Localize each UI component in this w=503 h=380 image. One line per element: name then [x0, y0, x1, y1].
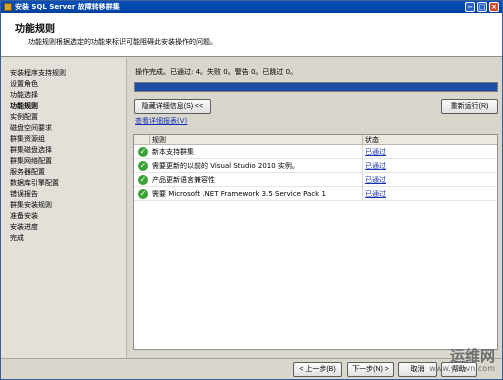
rerun-button[interactable]: 重新运行(R)	[441, 99, 498, 114]
table-cell-rule: 需要更新的以前的 Visual Studio 2010 实例。	[152, 162, 299, 170]
check-circle-icon: ✓	[138, 189, 148, 199]
table-row[interactable]: ✓ 新本支持群集 已通过	[134, 145, 497, 159]
close-button[interactable]: ×	[489, 2, 499, 12]
table-cell-rule: 新本支持群集	[152, 148, 194, 156]
sidebar-item-feature-selection[interactable]: 功能选择	[10, 90, 38, 100]
table-icon-column-header	[134, 135, 150, 145]
sidebar-item-install-progress[interactable]: 安装进度	[10, 222, 38, 232]
check-circle-icon: ✓	[138, 147, 148, 157]
page-title: 功能规则	[15, 24, 55, 35]
installer-window: 安装 SQL Server 故障转移群集 − □ × 功能规则 功能规则根据选定…	[0, 0, 503, 380]
table-cell-status-link[interactable]: 已通过	[365, 161, 386, 171]
sidebar-item-cluster-resource-group[interactable]: 群集资源组	[10, 134, 45, 144]
table-cell-status-link[interactable]: 已通过	[365, 189, 386, 199]
sidebar-item-ready-to-install[interactable]: 准备安装	[10, 211, 38, 221]
sidebar-item-setup-role[interactable]: 设置角色	[10, 79, 38, 89]
sidebar-item-cluster-install-rules[interactable]: 群集安装规则	[10, 200, 52, 210]
sidebar-item-cluster-disk-selection[interactable]: 群集磁盘选择	[10, 145, 52, 155]
sidebar-item-disk-space[interactable]: 磁盘空间要求	[10, 123, 52, 133]
wizard-header: 功能规则 功能规则根据选定的功能来标识可能阻碍此安装操作的问题。	[1, 13, 502, 57]
window-title: 安装 SQL Server 故障转移群集	[15, 3, 120, 11]
sidebar-item-database-engine-config[interactable]: 数据库引擎配置	[10, 178, 59, 188]
sidebar-item-instance-config[interactable]: 实例配置	[10, 112, 38, 122]
rules-table-header: 规则 状态	[134, 135, 497, 145]
check-circle-icon: ✓	[138, 175, 148, 185]
back-button[interactable]: < 上一步(B)	[293, 362, 342, 377]
table-row[interactable]: ✓ 需要 Microsoft .NET Framework 3.5 Servic…	[134, 187, 497, 201]
wizard-steps-sidebar: 安装程序支持规则 设置角色 功能选择 功能规则 实例配置 磁盘空间要求 群集资源…	[1, 58, 127, 358]
sidebar-item-complete[interactable]: 完成	[10, 233, 24, 243]
table-row[interactable]: ✓ 产品更新语言兼容性 已通过	[134, 173, 497, 187]
main-content: 操作完成。已通过: 4。失败 0。警告 0。已跳过 0。 隐藏详细信息(S) <…	[127, 58, 502, 358]
title-bar: 安装 SQL Server 故障转移群集 − □ ×	[1, 1, 502, 13]
maximize-button[interactable]: □	[477, 2, 487, 12]
minimize-button[interactable]: −	[465, 2, 475, 12]
table-row[interactable]: ✓ 需要更新的以前的 Visual Studio 2010 实例。 已通过	[134, 159, 497, 173]
sql-server-installer-icon	[4, 3, 12, 11]
check-circle-icon: ✓	[138, 161, 148, 171]
watermark-url: www.yunvn.com	[429, 364, 495, 373]
next-button[interactable]: 下一步(N) >	[347, 362, 394, 377]
table-cell-rule: 产品更新语言兼容性	[152, 176, 215, 184]
hide-details-button[interactable]: 隐藏详细信息(S) <<	[134, 99, 211, 114]
sidebar-item-setup-support-rules[interactable]: 安装程序支持规则	[10, 68, 66, 78]
progress-bar	[134, 82, 498, 92]
rules-table: 规则 状态 ✓ 新本支持群集 已通过 ✓ 需要更新的以前的 Visual Stu…	[133, 134, 498, 350]
rule-column-header[interactable]: 规则	[150, 135, 363, 145]
table-cell-status-link[interactable]: 已通过	[365, 175, 386, 185]
table-cell-rule: 需要 Microsoft .NET Framework 3.5 Service …	[152, 190, 326, 198]
status-column-header[interactable]: 状态	[363, 135, 497, 145]
sidebar-item-error-reporting[interactable]: 错误报告	[10, 189, 38, 199]
sidebar-item-feature-rules[interactable]: 功能规则	[10, 101, 38, 111]
page-description: 功能规则根据选定的功能来标识可能阻碍此安装操作的问题。	[28, 38, 217, 46]
wizard-footer: < 上一步(B) 下一步(N) > 取消 帮助 运维网 www.yunvn.co…	[1, 349, 502, 379]
operation-status-text: 操作完成。已通过: 4。失败 0。警告 0。已跳过 0。	[135, 68, 298, 76]
sidebar-item-cluster-network-config[interactable]: 群集网络配置	[10, 156, 52, 166]
view-detailed-report-link[interactable]: 查看详细报表(V)	[135, 116, 187, 126]
watermark-title: 运维网	[449, 347, 495, 365]
site-watermark: 运维网 www.yunvn.com	[429, 349, 495, 374]
sidebar-item-server-config[interactable]: 服务器配置	[10, 167, 45, 177]
table-cell-status-link[interactable]: 已通过	[365, 147, 386, 157]
